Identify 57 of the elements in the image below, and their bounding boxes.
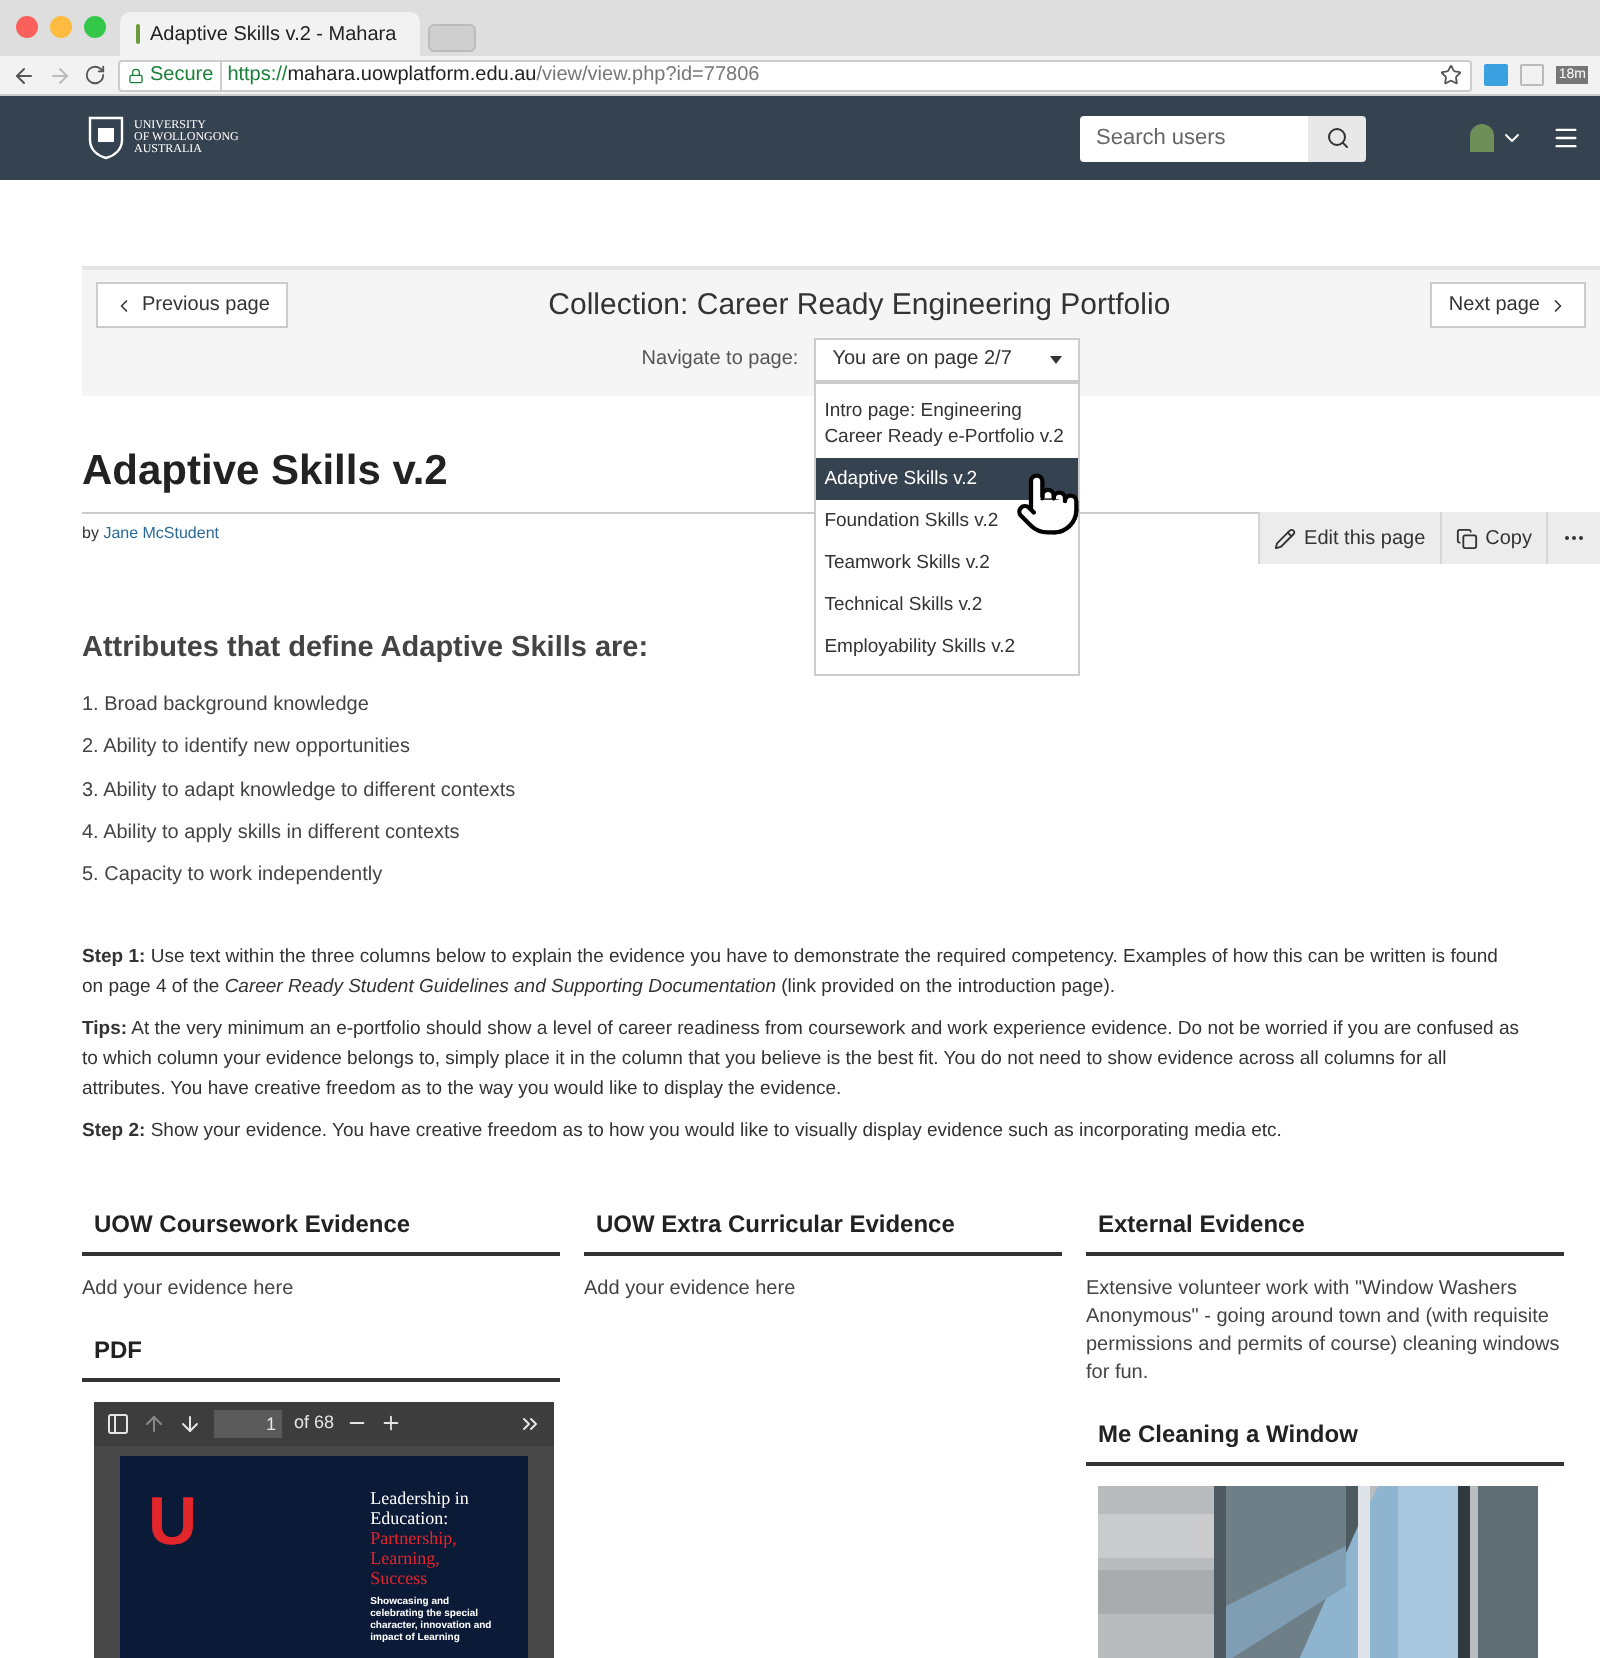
- shield-logo-icon: [88, 116, 124, 160]
- instruction-paragraph: Step 1: Use text within the three columns below to explain the evidence you have to demonstrate the required competency. Examples of how this can be written is found on page 4 of the Career Ready Student Guidelines and Supporting Documentation (link provided on the introduction page).: [82, 943, 1500, 1002]
- cover-subtitle: Partnership, Learning, Success: [370, 1527, 459, 1588]
- attribute-item: 4. Ability to apply skills in different contexts: [82, 819, 462, 848]
- block-heading: External Evidence: [1086, 1205, 1564, 1256]
- instruction-paragraph: Tips: At the very minimum an e-portfolio should show a level of career readiness from coursework and work experience evidence. Do not be worried if you are confused as to which column your evidence belongs to, simply place it in the column that you believe is the best fit. You do not need to show evidence across all columns for all attributes. You have creative freedom as to the way you would like to display the evidence.: [82, 1015, 1520, 1104]
- back-icon[interactable]: [12, 63, 36, 87]
- instruction-paragraph: Step 2: Show your evidence. You have creative freedom as to how you would like to visually display evidence such as incorporating media etc.: [82, 1117, 1284, 1146]
- copy-icon: [1455, 527, 1478, 549]
- pencil-icon: [1274, 527, 1297, 549]
- bookmark-star-icon[interactable]: [1440, 64, 1463, 86]
- dropdown-option[interactable]: Adaptive Skills v.2: [816, 457, 1079, 499]
- search-field[interactable]: Search users: [1080, 115, 1308, 161]
- arrow-up-icon[interactable]: [142, 1411, 166, 1436]
- extension-icon[interactable]: [1484, 64, 1509, 86]
- sidebar-toggle-icon[interactable]: [106, 1411, 130, 1436]
- attribute-item: 5. Capacity to work independently: [82, 862, 385, 891]
- page-select[interactable]: You are on page 2/7: [814, 337, 1081, 381]
- page-number-field[interactable]: 1: [214, 1409, 282, 1438]
- attributes-heading: Attributes that define Adaptive Skills are:: [82, 630, 649, 668]
- next-page-button[interactable]: Next page: [1430, 282, 1586, 328]
- author-byline: by Jane McStudent: [82, 522, 219, 546]
- dropdown-option[interactable]: Technical Skills v.2: [816, 583, 1079, 625]
- navigate-label: Navigate to page:: [641, 346, 799, 374]
- dropdown-option[interactable]: Intro page: Engineering Career Ready e-Portfolio v.2: [816, 389, 1079, 457]
- attribute-item: 3. Ability to adapt knowledge to different contexts: [82, 777, 518, 806]
- attribute-item: 1. Broad background knowledge: [82, 691, 371, 720]
- block-heading: UOW Coursework Evidence: [82, 1205, 560, 1256]
- action-button[interactable]: Copy: [1439, 512, 1546, 564]
- url-text: https://mahara.uowplatform.edu.au/view/view.php?id=77806: [227, 62, 760, 90]
- block-heading: PDF: [82, 1331, 560, 1382]
- dropdown-option[interactable]: Employability Skills v.2: [816, 625, 1079, 667]
- search-icon: [1325, 126, 1349, 150]
- block-heading: Me Cleaning a Window: [1086, 1415, 1564, 1466]
- block-text: Extensive volunteer work with "Window Washers Anonymous" - going around town and (with requisite permissions and permits of course) cleaning windows for fun.: [1086, 1275, 1562, 1388]
- menu-icon[interactable]: [1552, 124, 1580, 152]
- secure-label: Secure: [150, 60, 222, 90]
- cover-title: Leadership in Education:: [370, 1487, 471, 1528]
- action-button[interactable]: Edit this page: [1258, 512, 1440, 564]
- previous-page-button[interactable]: Previous page: [96, 282, 288, 328]
- caret-icon: [1050, 355, 1063, 363]
- reload-icon[interactable]: [84, 64, 106, 86]
- cover-logo: U: [148, 1487, 200, 1564]
- block-text: Add your evidence here: [82, 1275, 296, 1304]
- page-count: of 68: [294, 1410, 335, 1437]
- attribute-item: 2. Ability to identify new opportunities: [82, 734, 412, 763]
- arrow-down-icon[interactable]: [178, 1411, 202, 1436]
- page-title: Adaptive Skills v.2: [82, 446, 448, 498]
- zoom-in-icon[interactable]: [380, 1412, 403, 1435]
- browser-tab[interactable]: Adaptive Skills v.2 - Mahara: [120, 12, 420, 56]
- lock-icon: [128, 67, 144, 83]
- dropdown-option[interactable]: Teamwork Skills v.2: [816, 541, 1079, 583]
- block-heading: UOW Extra Curricular Evidence: [584, 1205, 1062, 1256]
- search-button[interactable]: [1308, 115, 1366, 161]
- block-text: Add your evidence here: [584, 1275, 798, 1304]
- address-bar[interactable]: Secure https://mahara.uowplatform.edu.au/view/view.php?id=77806: [118, 59, 1473, 91]
- collection-title: Collection: Career Ready Engineering Portfolio: [546, 286, 1173, 326]
